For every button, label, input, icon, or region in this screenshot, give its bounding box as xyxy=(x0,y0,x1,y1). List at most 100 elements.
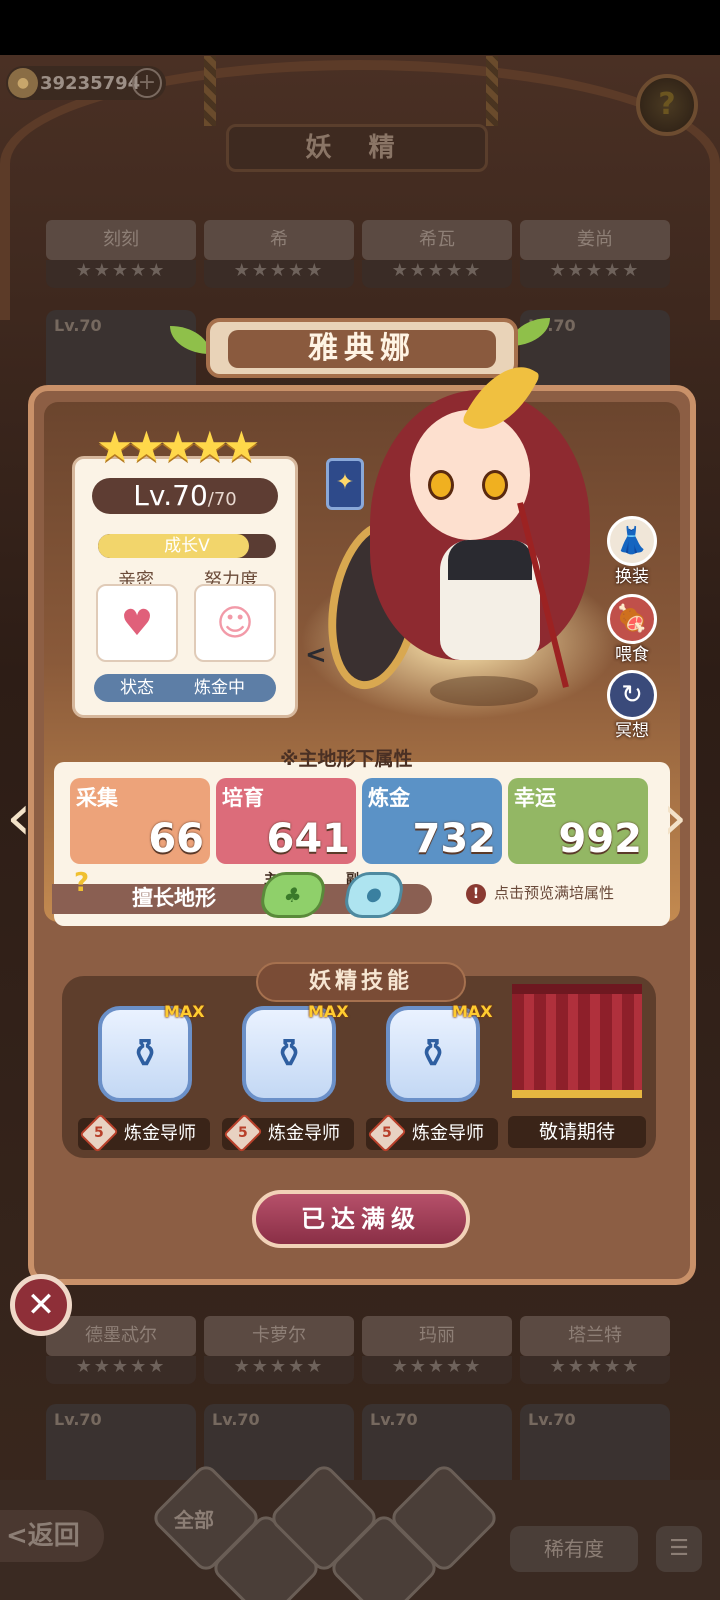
alert-icon: ! xyxy=(466,884,486,904)
meditate-button[interactable]: ↻ 冥想 xyxy=(602,670,662,741)
collapse-arrow-icon[interactable]: < xyxy=(305,640,327,670)
status-bar xyxy=(0,0,720,55)
attribute-value: 992 xyxy=(558,816,643,862)
next-fairy-arrow-icon[interactable]: › xyxy=(662,776,710,860)
page-title: 妖 精 xyxy=(226,124,488,172)
roster-card-stars: ★★★★★ xyxy=(46,1356,196,1384)
roster-card-name: 玛丽 xyxy=(362,1316,512,1356)
feed-label: 喂食 xyxy=(615,645,649,665)
meat-icon: 🍖 xyxy=(607,594,657,644)
roster-lv-label: Lv.70 xyxy=(528,1410,576,1429)
help-button[interactable]: ? xyxy=(636,74,698,136)
attribute-nurture: 培育 641 xyxy=(216,778,356,864)
rope-left xyxy=(204,56,216,126)
character-shadow xyxy=(430,676,538,706)
attribute-value: 641 xyxy=(266,816,351,862)
heart-icon[interactable]: ♥ xyxy=(96,584,178,662)
roster-card[interactable]: 希瓦 ★★★★★ xyxy=(362,220,512,288)
attributes-note: ※主地形下属性 xyxy=(280,748,413,770)
attribute-gather: 采集 66 xyxy=(70,778,210,864)
feed-button[interactable]: 🍖 喂食 xyxy=(602,594,662,665)
attribute-alchemy: 炼金 732 xyxy=(362,778,502,864)
currency-display: ● 39235794 + xyxy=(6,66,166,100)
coming-soon-label: 敬请期待 xyxy=(508,1116,646,1148)
roster-lv-label: Lv.70 xyxy=(54,1410,102,1429)
roster-card-stars: ★★★★★ xyxy=(204,1356,354,1384)
roster-card-name: 希瓦 xyxy=(362,220,512,260)
outfit-button[interactable]: 👗 换装 xyxy=(602,516,662,587)
curtain-icon xyxy=(512,984,642,1092)
face-icon[interactable]: ☺ xyxy=(194,584,276,662)
roster-card[interactable]: 姜尚 ★★★★★ xyxy=(520,220,670,288)
roster-card-name: 姜尚 xyxy=(520,220,670,260)
back-button[interactable]: <返回 xyxy=(0,1510,104,1562)
character-eye xyxy=(482,470,508,500)
portrait-card-icon[interactable]: ✦ xyxy=(326,458,364,510)
growth-label: 成长V xyxy=(164,536,210,556)
attribute-value: 732 xyxy=(412,816,497,862)
character-face xyxy=(410,410,530,540)
curtain-hem xyxy=(512,1090,642,1098)
roster-lv-label: Lv.70 xyxy=(54,316,102,335)
roster-card-name: 德墨忒尔 xyxy=(46,1316,196,1356)
level-max: /70 xyxy=(207,489,237,510)
roster-card[interactable]: 玛丽 ★★★★★ xyxy=(362,1316,512,1384)
dress-icon: 👗 xyxy=(607,516,657,566)
attribute-name: 采集 xyxy=(76,786,118,810)
max-level-button[interactable]: 已达满级 xyxy=(252,1190,470,1248)
roster-card-name: 塔兰特 xyxy=(520,1316,670,1356)
roster-card-stars: ★★★★★ xyxy=(362,260,512,288)
roster-card-stars: ★★★★★ xyxy=(520,1356,670,1384)
terrain-label: 擅长地形 xyxy=(132,886,216,910)
preview-text: 点击预览满培属性 xyxy=(494,884,615,902)
roster-card[interactable]: 希 ★★★★★ xyxy=(204,220,354,288)
level-pill: Lv.70/70 xyxy=(92,478,278,514)
level-value: Lv.70 xyxy=(133,479,208,512)
max-badge: MAX xyxy=(308,1002,349,1021)
fairy-name: 雅典娜 xyxy=(228,330,496,368)
terrain-help-icon[interactable]: ? xyxy=(74,868,89,898)
roster-lv-label: Lv.70 xyxy=(370,1410,418,1429)
skill-slot[interactable]: ⚱ MAX 炼金导师 5 xyxy=(78,1000,210,1154)
attribute-name: 幸运 xyxy=(514,786,556,810)
add-currency-button[interactable]: + xyxy=(132,68,162,98)
attribute-value: 66 xyxy=(148,816,204,862)
roster-card-name: 卡萝尔 xyxy=(204,1316,354,1356)
max-badge: MAX xyxy=(164,1002,205,1021)
roster-card-stars: ★★★★★ xyxy=(520,260,670,288)
sort-icon[interactable]: ☰ xyxy=(656,1526,702,1572)
status-value: 炼金中 xyxy=(194,678,245,698)
meditate-label: 冥想 xyxy=(615,721,649,741)
roster-lv-label: Lv.70 xyxy=(212,1410,260,1429)
prev-fairy-arrow-icon[interactable]: ‹ xyxy=(6,776,54,860)
roster-card-stars: ★★★★★ xyxy=(204,260,354,288)
rarity-filter-button[interactable]: 稀有度 xyxy=(510,1526,638,1572)
attribute-name: 培育 xyxy=(222,786,264,810)
rope-right xyxy=(486,56,498,126)
currency-value: 39235794 xyxy=(40,72,141,94)
meditate-icon: ↻ xyxy=(607,670,657,720)
growth-bar: 成长V xyxy=(98,534,276,558)
close-icon[interactable]: ✕ xyxy=(10,1274,72,1336)
roster-card-stars: ★★★★★ xyxy=(46,260,196,288)
status-row: 状态 炼金中 xyxy=(94,674,276,702)
roster-card-name: 希 xyxy=(204,220,354,260)
attribute-luck: 幸运 992 xyxy=(508,778,648,864)
roster-card[interactable]: 卡萝尔 ★★★★★ xyxy=(204,1316,354,1384)
character-top xyxy=(448,540,532,580)
preview-full-attributes-link[interactable]: ! 点击预览满培属性 xyxy=(466,882,614,904)
tab-all-label: 全部 xyxy=(174,1508,214,1532)
skill-slot[interactable]: ⚱ MAX 炼金导师 5 xyxy=(222,1000,354,1154)
roster-card-stars: ★★★★★ xyxy=(362,1356,512,1384)
rarity-stars: ★★★★★ xyxy=(96,422,260,471)
roster-card[interactable]: 德墨忒尔 ★★★★★ xyxy=(46,1316,196,1384)
attribute-name: 炼金 xyxy=(368,786,410,810)
coin-icon: ● xyxy=(8,68,38,98)
roster-card[interactable]: 刻刻 ★★★★★ xyxy=(46,220,196,288)
roster-card-name: 刻刻 xyxy=(46,220,196,260)
roster-card[interactable]: 塔兰特 ★★★★★ xyxy=(520,1316,670,1384)
max-badge: MAX xyxy=(452,1002,493,1021)
status-label: 状态 xyxy=(120,678,154,698)
outfit-label: 换装 xyxy=(615,567,649,587)
skill-slot[interactable]: ⚱ MAX 炼金导师 5 xyxy=(366,1000,498,1154)
